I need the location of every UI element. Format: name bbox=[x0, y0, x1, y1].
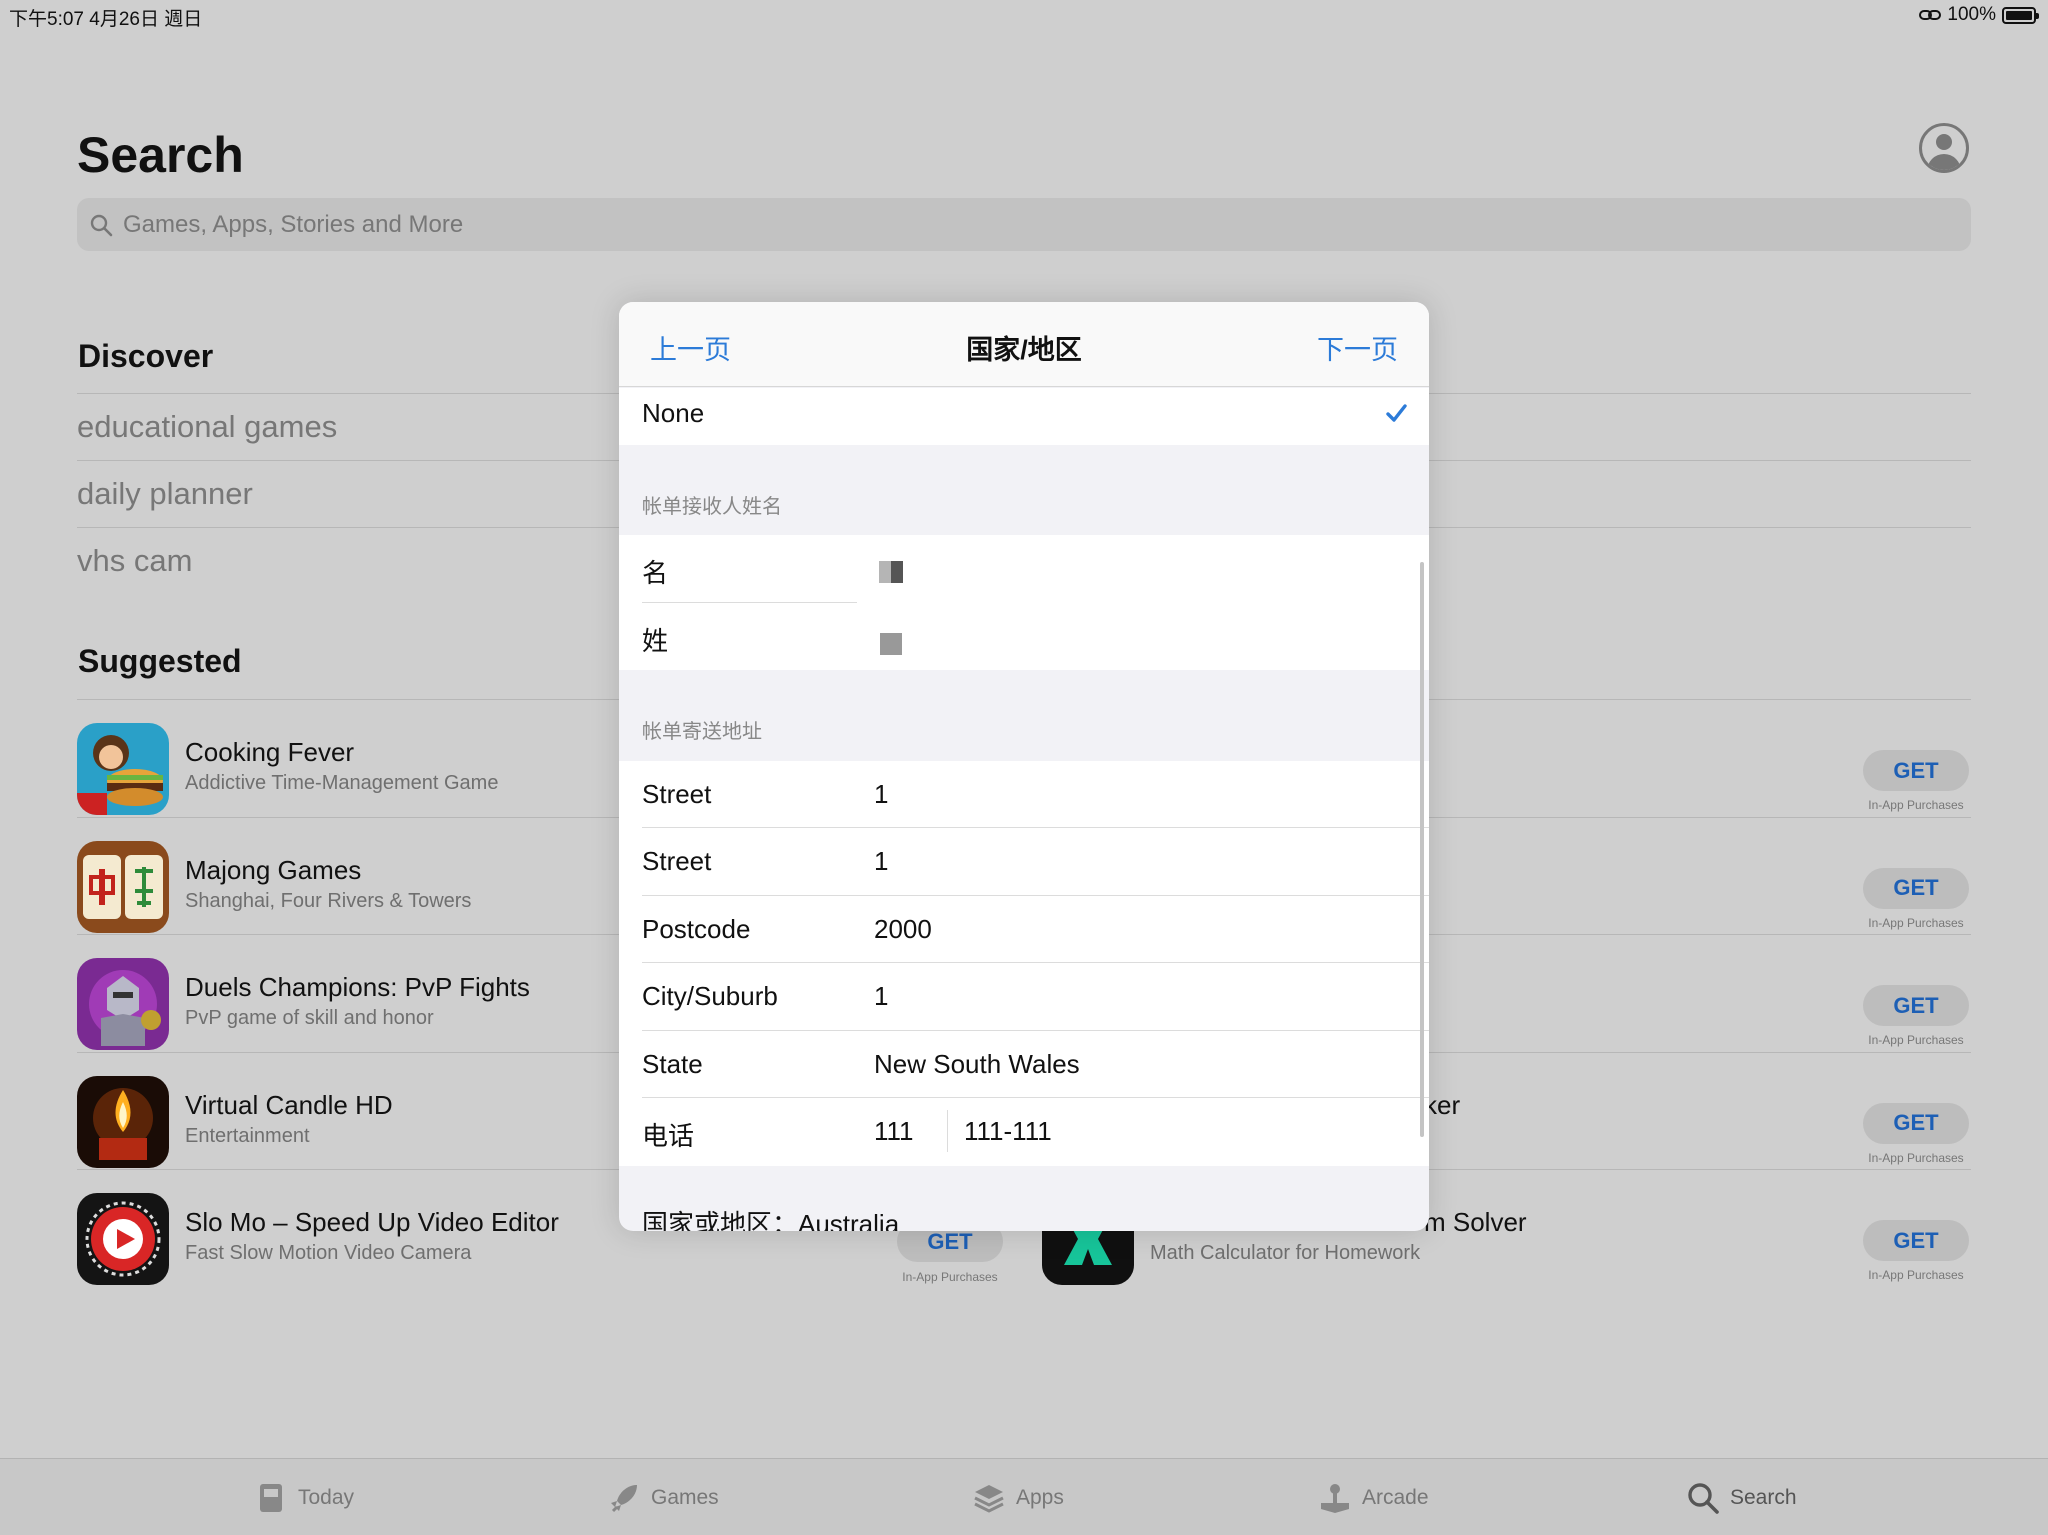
in-app-purchases-label: In-App Purchases bbox=[1868, 1268, 1964, 1282]
app-name-partial: m Solver bbox=[1424, 1207, 1527, 1237]
app-name: Cooking Fever bbox=[185, 737, 355, 767]
street-row-1[interactable]: Street 1 bbox=[619, 761, 1429, 828]
get-button[interactable]: GET bbox=[1863, 750, 1969, 791]
app-name-partial: ker bbox=[1424, 1089, 1461, 1120]
page-title: Search bbox=[77, 127, 244, 183]
mahjong-icon bbox=[77, 840, 169, 933]
city-row[interactable]: City/Suburb 1 bbox=[619, 963, 1429, 1031]
tab-today[interactable]: Today bbox=[254, 1459, 354, 1535]
search-bar[interactable] bbox=[77, 198, 1971, 251]
app-subtitle: Math Calculator for Homework bbox=[1150, 1242, 1421, 1264]
modal-nav-bar: 上一页 国家/地区 下一页 bbox=[619, 302, 1429, 387]
in-app-purchases-label: In-App Purchases bbox=[1868, 1150, 1964, 1165]
get-button[interactable]: GET bbox=[1863, 1102, 1969, 1144]
app-name: Virtual Candle HD bbox=[185, 1089, 393, 1120]
cooking-fever-icon bbox=[77, 723, 169, 815]
slomo-icon bbox=[77, 1193, 169, 1285]
today-icon bbox=[260, 1483, 282, 1512]
billing-address-header: 帐单寄送地址 bbox=[642, 721, 762, 743]
tab-label: Arcade bbox=[1362, 1485, 1429, 1509]
status-indicators: 100% bbox=[1919, 4, 2039, 26]
street-label: Street bbox=[642, 779, 712, 809]
country-footer: 国家或地区：Australia bbox=[642, 1209, 900, 1231]
phone-area-code[interactable]: 111 bbox=[874, 1116, 914, 1147]
checkmark-icon bbox=[1386, 404, 1407, 422]
in-app-purchases-label: In-App Purchases bbox=[902, 1270, 998, 1284]
postcode-label: Postcode bbox=[642, 914, 751, 944]
app-subtitle: Fast Slow Motion Video Camera bbox=[185, 1242, 472, 1264]
app-name: Majong Games bbox=[185, 854, 362, 885]
billing-name-header: 帐单接收人姓名 bbox=[642, 496, 782, 518]
search-icon bbox=[1688, 1482, 1719, 1514]
in-app-purchases-label: In-App Purchases bbox=[1868, 1033, 1964, 1047]
phone-number[interactable]: 111-111 bbox=[964, 1116, 1052, 1147]
option-label: None bbox=[642, 398, 705, 428]
knight-icon bbox=[77, 958, 169, 1050]
next-button[interactable]: 下一页 bbox=[1317, 328, 1398, 367]
back-button[interactable]: 上一页 bbox=[650, 328, 731, 367]
option-row-none[interactable]: None bbox=[619, 388, 1429, 445]
battery-icon bbox=[2002, 6, 2039, 24]
city-label: City/Suburb bbox=[642, 981, 778, 1011]
get-button[interactable]: GET bbox=[1863, 867, 1969, 909]
in-app-purchases-label: In-App Purchases bbox=[1868, 798, 1964, 812]
street-value: 1 bbox=[874, 779, 889, 809]
discover-item-label: educational games bbox=[77, 409, 338, 444]
get-button[interactable]: GET bbox=[1863, 985, 1969, 1026]
tab-label: Search bbox=[1730, 1485, 1797, 1509]
phone-row[interactable]: 电话 111 111-111 bbox=[619, 1098, 1429, 1166]
app-name: Slo Mo – Speed Up Video Editor bbox=[185, 1207, 559, 1237]
discover-title: Discover bbox=[78, 338, 214, 374]
city-value: 1 bbox=[874, 981, 889, 1011]
scroll-indicator[interactable] bbox=[1420, 562, 1424, 1137]
candle-icon bbox=[77, 1075, 169, 1168]
tab-search[interactable]: Search bbox=[1686, 1459, 1797, 1535]
get-button[interactable]: GET bbox=[1863, 1220, 1969, 1261]
street-row-2[interactable]: Street 1 bbox=[619, 828, 1429, 896]
discover-item-label: daily planner bbox=[77, 476, 253, 511]
state-value: New South Wales bbox=[874, 1049, 1080, 1079]
suggested-title: Suggested bbox=[78, 643, 242, 679]
tab-apps[interactable]: Apps bbox=[972, 1459, 1064, 1535]
app-subtitle: PvP game of skill and honor bbox=[185, 1007, 434, 1029]
postcode-value: 2000 bbox=[874, 914, 932, 944]
phone-label: 电话 bbox=[642, 1121, 695, 1151]
last-name-row[interactable]: 姓 bbox=[619, 603, 1429, 670]
account-avatar-icon[interactable] bbox=[1919, 123, 1969, 173]
street-value: 1 bbox=[874, 846, 889, 876]
link-icon bbox=[1919, 10, 1942, 20]
state-label: State bbox=[642, 1049, 703, 1079]
joystick-icon bbox=[1321, 1483, 1349, 1513]
redacted-last-name bbox=[880, 633, 902, 655]
layers-icon bbox=[974, 1484, 1004, 1513]
tab-games[interactable]: Games bbox=[607, 1459, 719, 1535]
status-bar: 下午5:07 4月26日 週日 100% bbox=[0, 0, 2048, 30]
battery-percent: 100% bbox=[1947, 4, 1996, 25]
tab-arcade[interactable]: Arcade bbox=[1318, 1459, 1429, 1535]
app-subtitle: Addictive Time-Management Game bbox=[185, 772, 499, 794]
discover-item-label: vhs cam bbox=[77, 543, 193, 578]
first-name-label: 名 bbox=[642, 558, 669, 588]
tab-bar: Today Games Apps Arcade Search bbox=[0, 1458, 2048, 1535]
tab-label: Games bbox=[651, 1485, 719, 1509]
app-subtitle: Entertainment bbox=[185, 1124, 310, 1147]
in-app-purchases-label: In-App Purchases bbox=[1868, 915, 1964, 930]
search-input[interactable] bbox=[123, 210, 1823, 239]
modal-title: 国家/地区 bbox=[966, 335, 1082, 365]
first-name-row[interactable]: 名 bbox=[619, 535, 1429, 603]
app-name: Duels Champions: PvP Fights bbox=[185, 972, 530, 1002]
postcode-row[interactable]: Postcode 2000 bbox=[619, 896, 1429, 963]
state-row[interactable]: State New South Wales bbox=[619, 1031, 1429, 1098]
billing-modal: 上一页 国家/地区 下一页 None 帐单接收人姓名 名 姓 帐单寄送地址 St… bbox=[619, 302, 1429, 1231]
tab-label: Apps bbox=[1016, 1485, 1064, 1509]
app-subtitle: Shanghai, Four Rivers & Towers bbox=[185, 889, 472, 912]
street-label: Street bbox=[642, 846, 712, 876]
status-time-date: 下午5:07 4月26日 週日 bbox=[9, 9, 203, 30]
last-name-label: 姓 bbox=[642, 626, 669, 656]
redacted-first-name bbox=[879, 561, 903, 583]
tab-label: Today bbox=[298, 1485, 355, 1509]
search-icon bbox=[90, 214, 113, 236]
rocket-icon bbox=[611, 1484, 637, 1512]
